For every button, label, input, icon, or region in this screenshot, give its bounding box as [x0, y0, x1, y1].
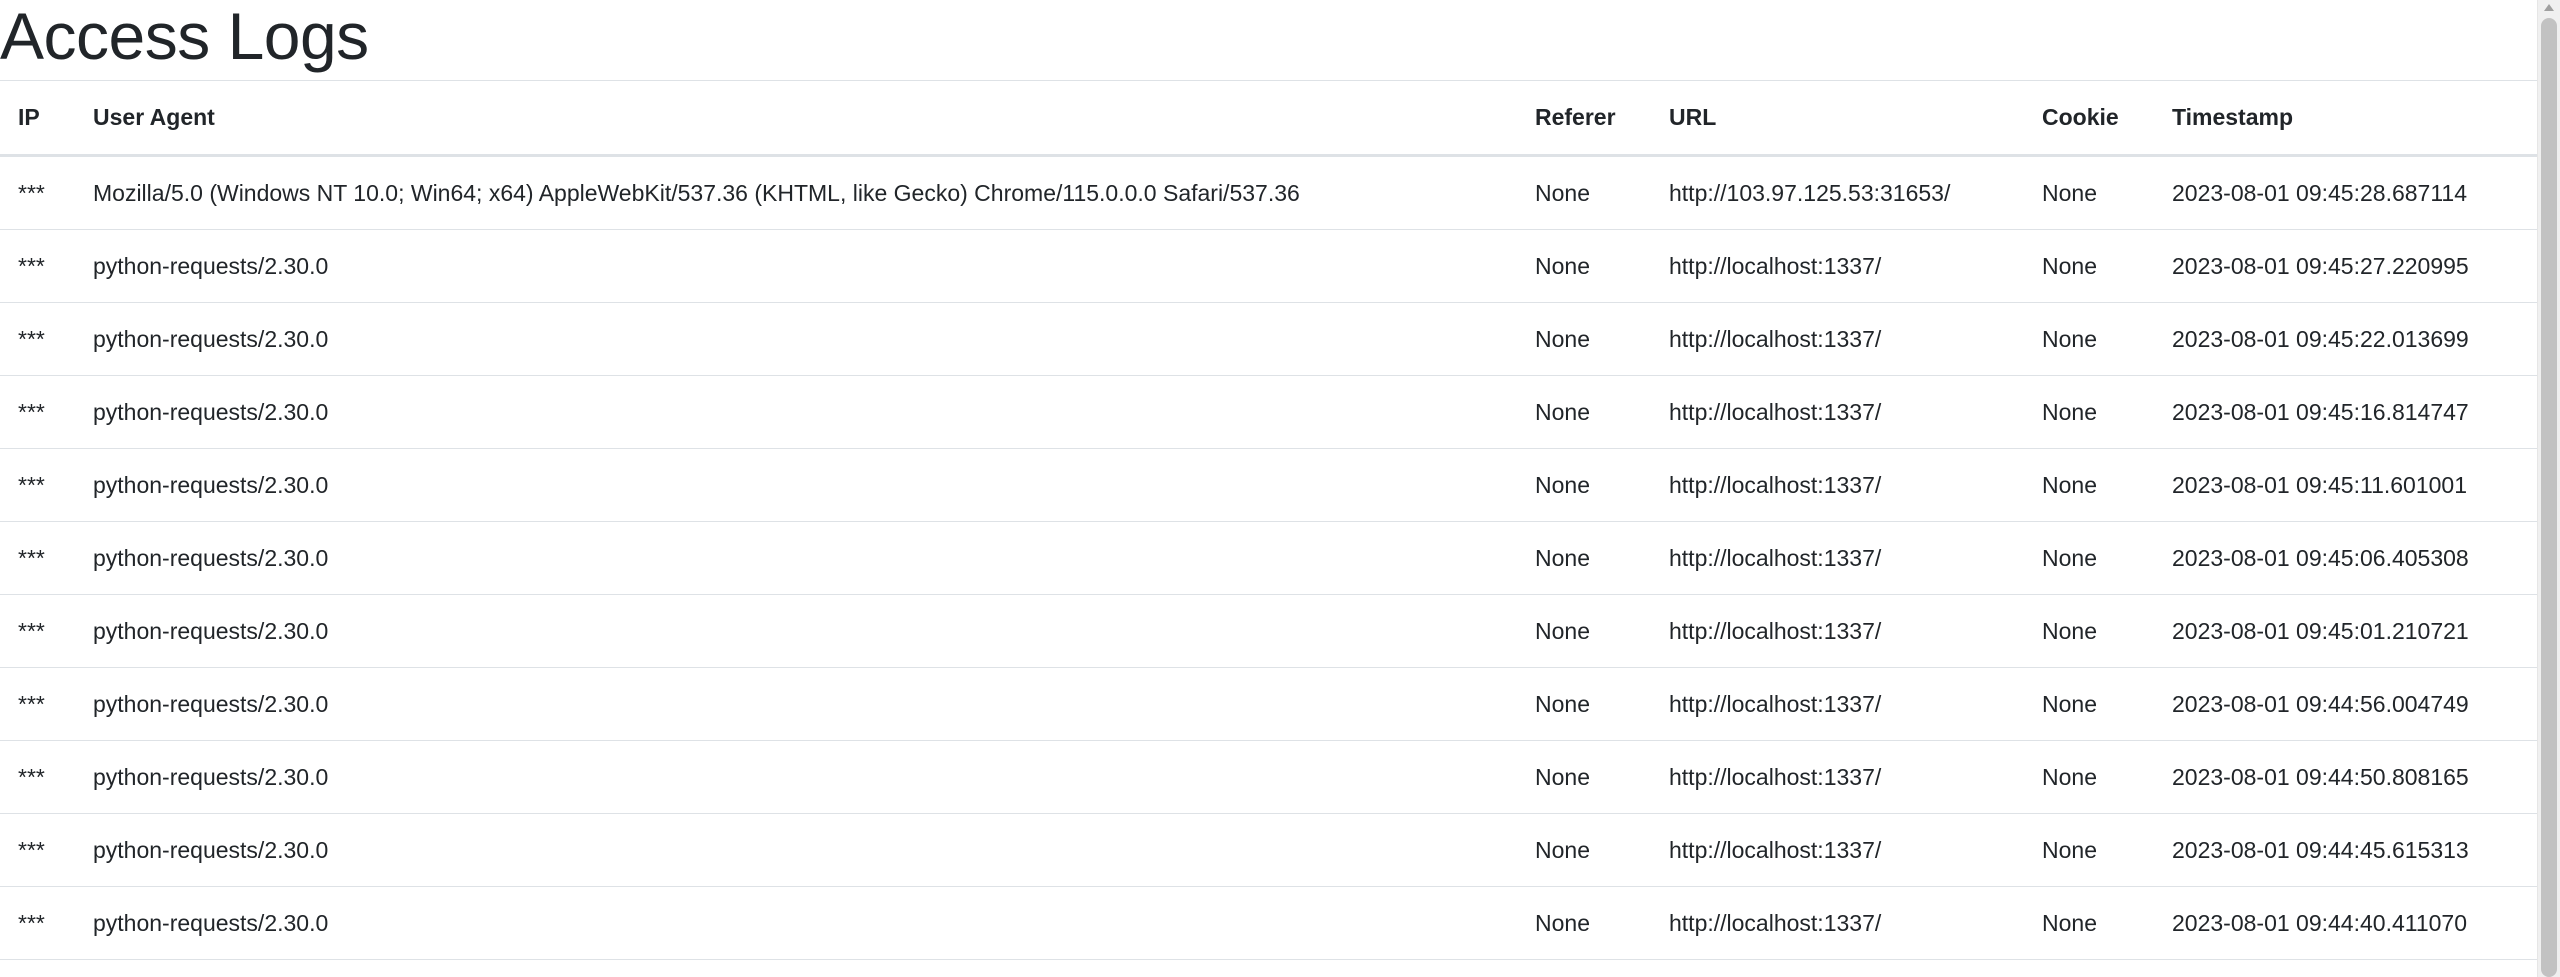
table-body: *** Mozilla/5.0 (Windows NT 10.0; Win64; … — [0, 155, 2537, 960]
cell-cookie: None — [2024, 740, 2154, 814]
cell-referer: None — [1517, 521, 1651, 595]
cell-user-agent: python-requests/2.30.0 — [75, 813, 1517, 887]
header-url: URL — [1651, 80, 2024, 157]
table-header: IP User Agent Referer URL Cookie Timesta… — [0, 80, 2537, 157]
main-content: Access Logs IP User Agent Referer URL Co… — [0, 0, 2537, 977]
cell-url: http://localhost:1337/ — [1651, 594, 2024, 668]
cell-timestamp: 2023-08-01 09:44:50.808165 — [2154, 740, 2537, 814]
cell-timestamp: 2023-08-01 09:44:45.615313 — [2154, 813, 2537, 887]
cell-timestamp: 2023-08-01 09:45:28.687114 — [2154, 155, 2537, 230]
cell-ip: *** — [0, 155, 75, 230]
cell-timestamp: 2023-08-01 09:44:56.004749 — [2154, 667, 2537, 741]
header-user-agent: User Agent — [75, 80, 1517, 157]
cell-timestamp: 2023-08-01 09:45:01.210721 — [2154, 594, 2537, 668]
scroll-up-arrow-icon[interactable] — [2544, 4, 2554, 11]
cell-referer: None — [1517, 813, 1651, 887]
cell-ip: *** — [0, 886, 75, 960]
cell-referer: None — [1517, 229, 1651, 303]
cell-user-agent: python-requests/2.30.0 — [75, 375, 1517, 449]
cell-timestamp: 2023-08-01 09:45:22.013699 — [2154, 302, 2537, 376]
cell-cookie: None — [2024, 448, 2154, 522]
header-referer: Referer — [1517, 80, 1651, 157]
cell-ip: *** — [0, 229, 75, 303]
vertical-scrollbar[interactable] — [2537, 0, 2560, 977]
cell-url: http://localhost:1337/ — [1651, 448, 2024, 522]
page: Access Logs IP User Agent Referer URL Co… — [0, 0, 2560, 977]
table-row: *** python-requests/2.30.0 None http://loca… — [0, 594, 2537, 668]
cell-ip: *** — [0, 667, 75, 741]
cell-cookie: None — [2024, 667, 2154, 741]
cell-timestamp: 2023-08-01 09:45:06.405308 — [2154, 521, 2537, 595]
cell-ip: *** — [0, 740, 75, 814]
cell-url: http://localhost:1337/ — [1651, 375, 2024, 449]
cell-url: http://localhost:1337/ — [1651, 521, 2024, 595]
scrollbar-thumb[interactable] — [2541, 18, 2557, 977]
cell-ip: *** — [0, 302, 75, 376]
cell-referer: None — [1517, 155, 1651, 230]
header-cookie: Cookie — [2024, 80, 2154, 157]
cell-user-agent: python-requests/2.30.0 — [75, 740, 1517, 814]
table-row: *** python-requests/2.30.0 None http://loca… — [0, 448, 2537, 522]
table-row: *** python-requests/2.30.0 None http://loca… — [0, 813, 2537, 887]
cell-cookie: None — [2024, 155, 2154, 230]
cell-user-agent: python-requests/2.30.0 — [75, 302, 1517, 376]
cell-url: http://localhost:1337/ — [1651, 302, 2024, 376]
cell-user-agent: python-requests/2.30.0 — [75, 667, 1517, 741]
cell-ip: *** — [0, 594, 75, 668]
cell-ip: *** — [0, 375, 75, 449]
cell-url: http://103.97.125.53:31653/ — [1651, 155, 2024, 230]
cell-url: http://localhost:1337/ — [1651, 740, 2024, 814]
cell-url: http://localhost:1337/ — [1651, 886, 2024, 960]
cell-ip: *** — [0, 521, 75, 595]
table-row: *** python-requests/2.30.0 None http://loca… — [0, 740, 2537, 814]
header-row: IP User Agent Referer URL Cookie Timesta… — [0, 80, 2537, 157]
cell-cookie: None — [2024, 229, 2154, 303]
cell-url: http://localhost:1337/ — [1651, 667, 2024, 741]
cell-user-agent: Mozilla/5.0 (Windows NT 10.0; Win64; x64… — [75, 155, 1517, 230]
cell-url: http://localhost:1337/ — [1651, 813, 2024, 887]
cell-referer: None — [1517, 448, 1651, 522]
cell-cookie: None — [2024, 521, 2154, 595]
cell-timestamp: 2023-08-01 09:45:16.814747 — [2154, 375, 2537, 449]
table-row: *** python-requests/2.30.0 None http://loca… — [0, 886, 2537, 960]
cell-referer: None — [1517, 375, 1651, 449]
cell-user-agent: python-requests/2.30.0 — [75, 594, 1517, 668]
cell-cookie: None — [2024, 302, 2154, 376]
table-row: *** python-requests/2.30.0 None http://loca… — [0, 521, 2537, 595]
access-logs-table: IP User Agent Referer URL Cookie Timesta… — [0, 80, 2537, 960]
cell-referer: None — [1517, 302, 1651, 376]
header-ip: IP — [0, 80, 75, 157]
cell-cookie: None — [2024, 813, 2154, 887]
cell-user-agent: python-requests/2.30.0 — [75, 886, 1517, 960]
cell-cookie: None — [2024, 375, 2154, 449]
cell-ip: *** — [0, 813, 75, 887]
cell-user-agent: python-requests/2.30.0 — [75, 229, 1517, 303]
cell-cookie: None — [2024, 594, 2154, 668]
cell-url: http://localhost:1337/ — [1651, 229, 2024, 303]
cell-referer: None — [1517, 740, 1651, 814]
table-row: *** python-requests/2.30.0 None http://loca… — [0, 667, 2537, 741]
cell-timestamp: 2023-08-01 09:45:27.220995 — [2154, 229, 2537, 303]
cell-timestamp: 2023-08-01 09:44:40.411070 — [2154, 886, 2537, 960]
table-row: *** python-requests/2.30.0 None http://loca… — [0, 375, 2537, 449]
table-row: *** python-requests/2.30.0 None http://loca… — [0, 229, 2537, 303]
cell-referer: None — [1517, 886, 1651, 960]
header-timestamp: Timestamp — [2154, 80, 2537, 157]
cell-cookie: None — [2024, 886, 2154, 960]
page-title: Access Logs — [0, 0, 369, 73]
cell-timestamp: 2023-08-01 09:45:11.601001 — [2154, 448, 2537, 522]
cell-user-agent: python-requests/2.30.0 — [75, 521, 1517, 595]
table-row: *** Mozilla/5.0 (Windows NT 10.0; Win64; … — [0, 155, 2537, 230]
cell-referer: None — [1517, 667, 1651, 741]
table-row: *** python-requests/2.30.0 None http://loca… — [0, 302, 2537, 376]
cell-ip: *** — [0, 448, 75, 522]
cell-referer: None — [1517, 594, 1651, 668]
cell-user-agent: python-requests/2.30.0 — [75, 448, 1517, 522]
